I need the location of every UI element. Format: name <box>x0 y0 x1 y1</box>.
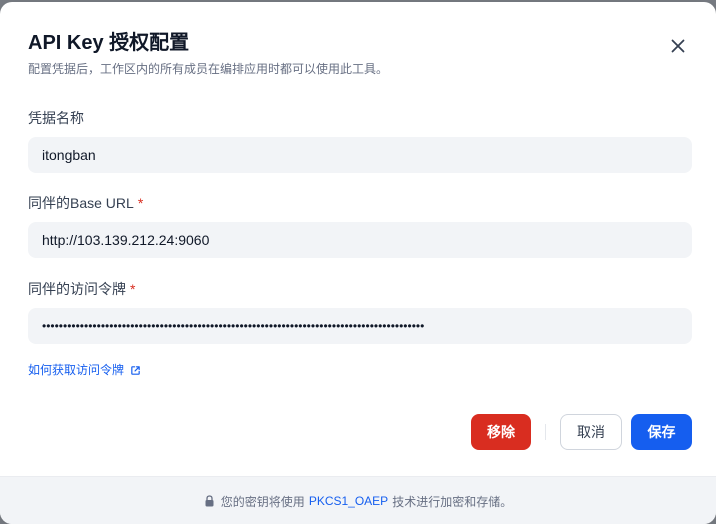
credential-name-label: 凭据名称 <box>28 108 84 128</box>
get-token-help-link[interactable]: 如何获取访问令牌 <box>28 362 141 378</box>
close-icon <box>671 39 685 53</box>
credential-name-label-text: 凭据名称 <box>28 110 84 126</box>
cancel-button[interactable]: 取消 <box>560 414 622 450</box>
footer-suffix: 技术进行加密和存储。 <box>392 494 513 509</box>
external-link-icon <box>130 365 141 376</box>
dialog-subtitle: 配置凭据后，工作区内的所有成员在编排应用时都可以使用此工具。 <box>28 62 389 76</box>
footer-prefix: 您的密钥将使用 <box>220 494 305 509</box>
help-link-label: 如何获取访问令牌 <box>28 363 125 377</box>
button-divider <box>545 424 546 440</box>
close-button[interactable] <box>664 32 692 60</box>
credential-name-input[interactable] <box>28 137 692 173</box>
access-token-input[interactable]: ••••••••••••••••••••••••••••••••••••••••… <box>28 308 692 344</box>
dialog-title: API Key 授权配置 <box>28 32 190 54</box>
base-url-input[interactable] <box>28 222 692 258</box>
save-button[interactable]: 保存 <box>631 414 692 450</box>
encryption-tech-name: PKCS1_OAEP <box>308 494 389 508</box>
lock-icon <box>204 495 215 507</box>
base-url-label: 同伴的Base URL * <box>28 193 143 213</box>
required-mark: * <box>130 281 136 297</box>
api-key-auth-dialog: API Key 授权配置 配置凭据后，工作区内的所有成员在编排应用时都可以使用此… <box>0 2 716 524</box>
access-token-label-text: 同伴的访问令牌 <box>28 281 126 297</box>
required-mark: * <box>137 195 144 211</box>
remove-button[interactable]: 移除 <box>471 414 531 450</box>
encryption-footer: 您的密钥将使用 PKCS1_OAEP 技术进行加密和存储。 <box>0 476 716 524</box>
access-token-label: 同伴的访问令牌 * <box>28 279 135 299</box>
base-url-label-text: 同伴的Base URL <box>28 195 134 211</box>
